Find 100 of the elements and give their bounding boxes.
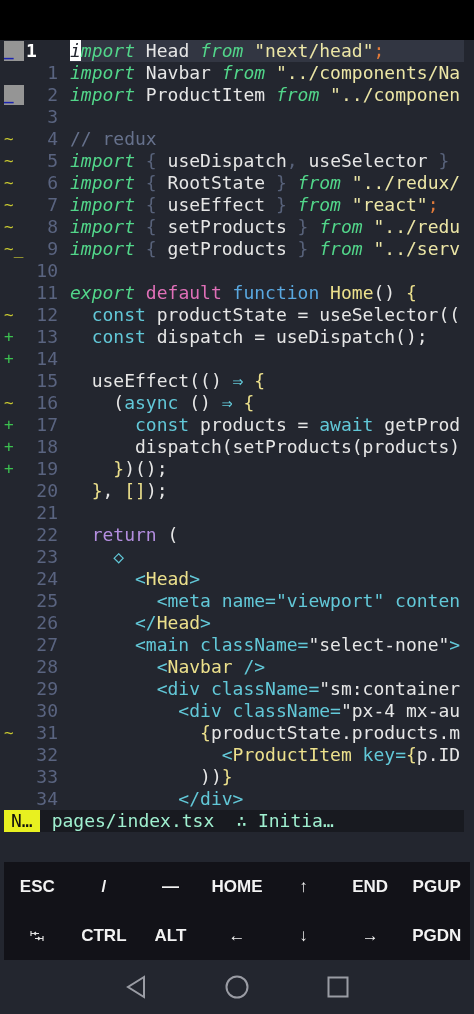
key-button[interactable]: ESC (4, 862, 71, 911)
line-number: 11 (36, 282, 58, 303)
git-sign: ~_ (4, 239, 24, 259)
git-sign: ~ (4, 129, 14, 149)
code-line: <div className="sm:container (155, 678, 461, 699)
line-number: 19 (36, 458, 58, 479)
line-number: 7 (47, 194, 58, 215)
key-button[interactable]: — (137, 862, 204, 911)
line-number: 27 (36, 634, 58, 655)
line-number: 20 (36, 480, 58, 501)
line-number: 6 (47, 172, 58, 193)
git-sign: + (4, 459, 14, 479)
code-line: const products = await getProd (134, 414, 461, 435)
key-button[interactable]: ← (203, 911, 271, 960)
git-sign: ~ (4, 195, 14, 215)
code-line: import { useEffect } from "react"; (70, 194, 439, 215)
line-number: 17 (36, 414, 58, 435)
line-number: 5 (47, 150, 58, 171)
key-button[interactable]: CTRL (70, 911, 138, 960)
key-button[interactable]: / (70, 862, 138, 911)
code-line: <meta name="viewport" conten (155, 590, 461, 611)
code-line: import { useDispatch, useSelector } (70, 150, 450, 171)
line-number: 10 (36, 260, 58, 281)
home-icon[interactable] (225, 975, 249, 999)
line-number: 32 (36, 744, 58, 765)
code-line: import { RootState } from "../redux/ (70, 172, 461, 193)
line-number: 9 (47, 238, 58, 259)
code-line: import { getProducts } from "../serv (70, 238, 461, 259)
code-line: import { setProducts } from "../redu (70, 216, 461, 237)
code-line: const dispatch = useDispatch(); (90, 326, 428, 347)
code-line: {productState.products.m (199, 722, 461, 743)
line-number: 29 (36, 678, 58, 699)
line-number: 1 (47, 62, 58, 83)
key-button[interactable]: END (336, 862, 404, 911)
line-number: 30 (36, 700, 58, 721)
code-line: (async () ⇒ { (112, 392, 255, 413)
code-line: dispatch(setProducts(products) (134, 436, 461, 457)
line-number: 23 (36, 546, 58, 567)
line-number: 2 (47, 84, 58, 105)
git-sign: _ (4, 41, 24, 61)
git-sign: ~ (4, 217, 14, 237)
key-button[interactable]: HOME (203, 862, 271, 911)
line-number: 4 (47, 128, 58, 149)
mode-indicator: N… (4, 810, 40, 832)
code-line: ))} (199, 766, 233, 787)
code-line: ◇ (112, 546, 125, 567)
code-line: <Head> (134, 568, 201, 589)
back-icon[interactable] (125, 975, 147, 999)
code-line: <main className="select-none"> (134, 634, 461, 655)
line-number: 16 (36, 392, 58, 413)
git-sign: + (4, 415, 14, 435)
code-line: import Navbar from "../components/Na (70, 62, 461, 83)
line-number: 8 (47, 216, 58, 237)
git-sign: + (4, 349, 14, 369)
code-line: return ( (90, 524, 179, 545)
code-line: import ProductItem from "../componen (70, 84, 461, 105)
git-sign: ~ (4, 393, 14, 413)
code-line: </div> (177, 788, 244, 809)
key-button[interactable]: ↓ (270, 911, 337, 960)
key-button[interactable]: PGDN (403, 911, 470, 960)
line-number: 12 (36, 304, 58, 325)
key-button[interactable]: ↑ (270, 862, 337, 911)
line-number: 3 (47, 106, 58, 127)
key-button[interactable]: → (336, 911, 404, 960)
line-number: 33 (36, 766, 58, 787)
line-number: 15 (36, 370, 58, 391)
code-line: // redux (70, 128, 157, 149)
status-text: ∴ Initia… (236, 810, 334, 832)
git-sign: + (4, 327, 14, 347)
code-line: </Head> (134, 612, 211, 633)
line-number: 22 (36, 524, 58, 545)
line-number: 26 (36, 612, 58, 633)
line-number: 13 (36, 326, 58, 347)
git-sign: ~ (4, 305, 14, 325)
line-number: 18 (36, 436, 58, 457)
recents-icon[interactable] (327, 976, 349, 998)
git-sign: ~ (4, 173, 14, 193)
git-sign: + (4, 437, 14, 457)
git-sign: _ (4, 85, 24, 105)
code-line: export default function Home() { (70, 282, 417, 303)
git-sign: ~ (4, 723, 14, 743)
line-number: 28 (36, 656, 58, 677)
key-button[interactable]: ALT (137, 911, 204, 960)
line-number: 25 (36, 590, 58, 611)
code-line: <div className="px-4 mx-au (177, 700, 461, 721)
line-number: 14 (36, 348, 58, 369)
current-line-number: 1 (26, 40, 37, 61)
line-number: 31 (36, 722, 58, 743)
key-button[interactable]: PGUP (403, 862, 470, 911)
line-number: 34 (36, 788, 58, 809)
line-number: 21 (36, 502, 58, 523)
line-number: 24 (36, 568, 58, 589)
code-line: <ProductItem key={p.ID (220, 744, 461, 765)
tab-icon (30, 930, 45, 941)
file-name: pages/index.tsx (51, 810, 215, 832)
code-line: })(); (112, 458, 168, 479)
code-line: useEffect(() ⇒ { (90, 370, 266, 391)
git-sign: ~ (4, 151, 14, 171)
code-line: }, []); (90, 480, 168, 501)
code-line: <Navbar /> (155, 656, 266, 677)
